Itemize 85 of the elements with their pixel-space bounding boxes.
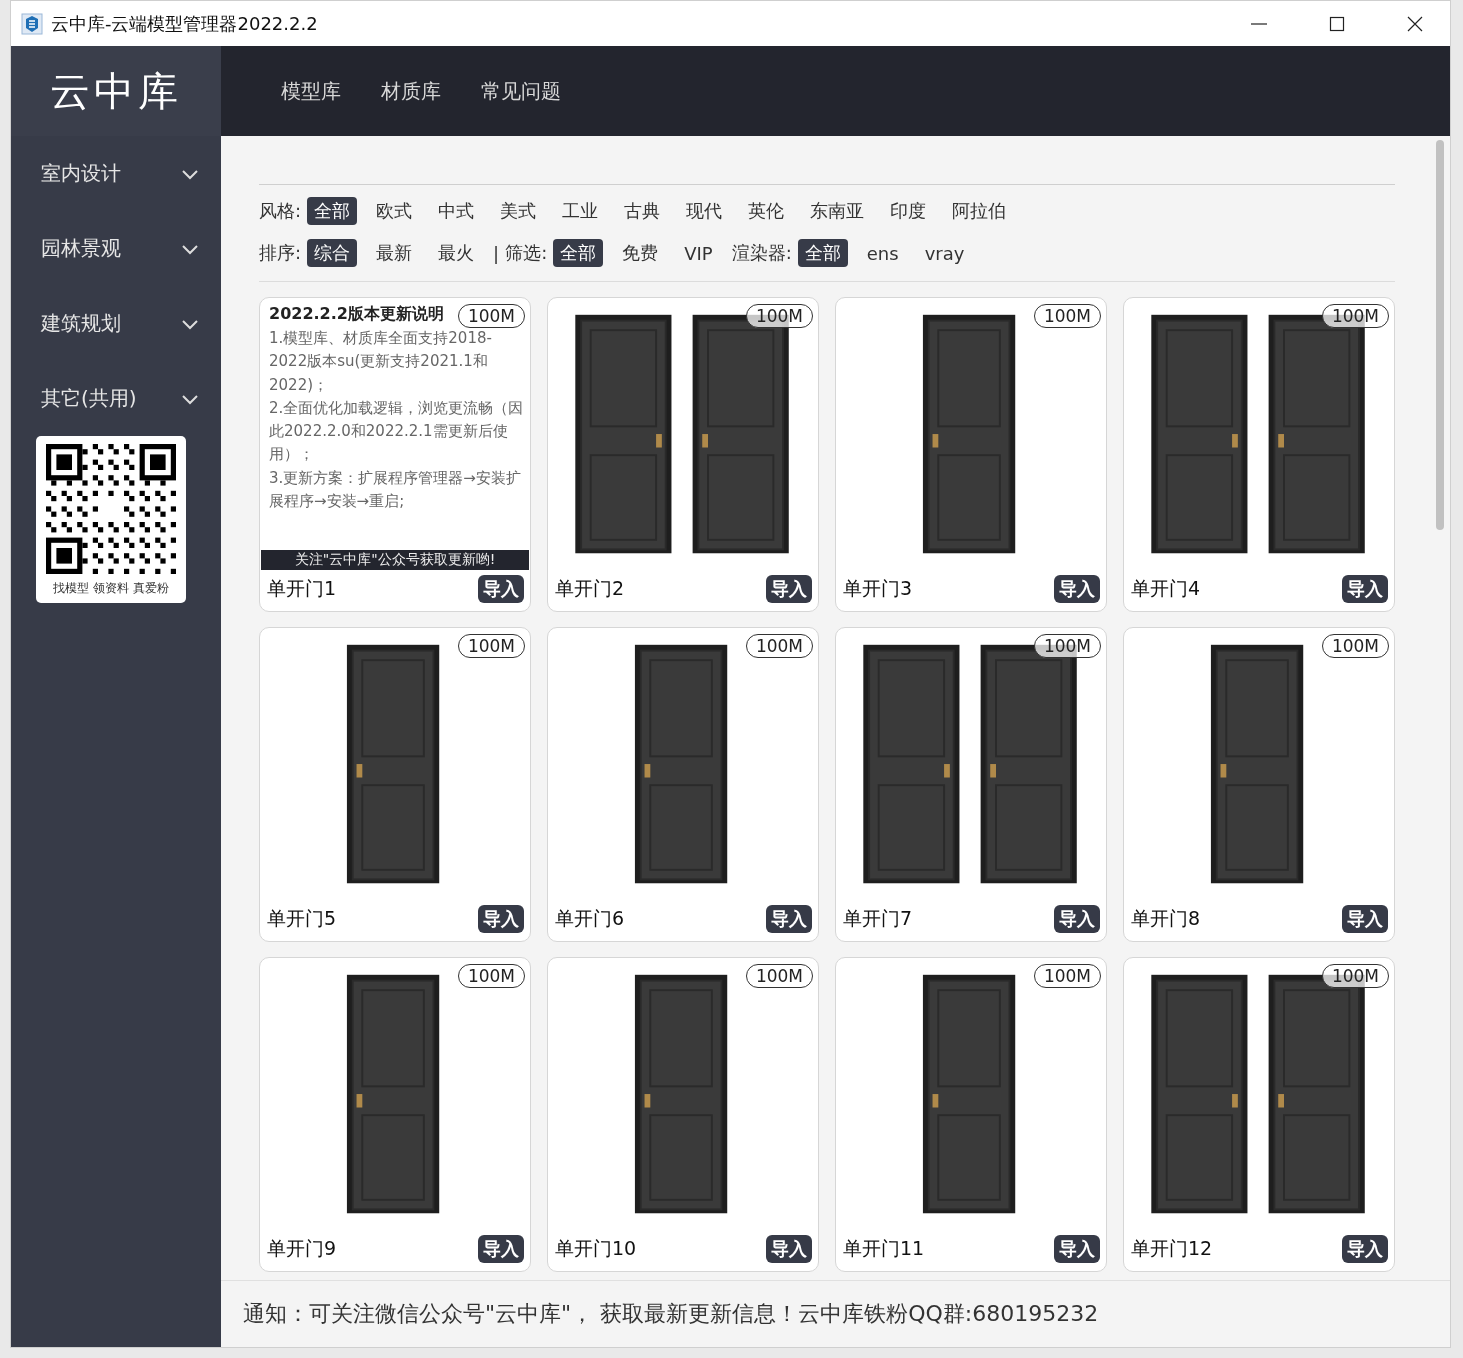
size-badge: 100M bbox=[457, 964, 525, 988]
notice-text: 3.更新方案：扩展程序管理器→安装扩展程序→安装→重启; bbox=[269, 467, 522, 512]
window-title: 云中库-云端模型管理器2022.2.2 bbox=[51, 11, 319, 36]
notice-banner: 关注"云中库"公众号获取更新哟! bbox=[261, 550, 529, 570]
nav-tab[interactable]: 模型库 bbox=[261, 69, 361, 113]
filter-option[interactable]: 英伦 bbox=[741, 197, 792, 225]
filter-option[interactable]: 美式 bbox=[493, 197, 544, 225]
separator: | bbox=[493, 242, 500, 264]
maximize-icon bbox=[1329, 15, 1345, 32]
sidebar-item[interactable]: 其它(共用) bbox=[11, 361, 221, 436]
import-button[interactable]: 导入 bbox=[1054, 574, 1100, 603]
close-icon bbox=[1407, 15, 1423, 32]
filter-option[interactable]: 全部 bbox=[553, 239, 604, 267]
filter-option[interactable]: 东南亚 bbox=[803, 197, 872, 225]
filter-option[interactable]: 古典 bbox=[617, 197, 668, 225]
filter-label: 风格: bbox=[259, 199, 302, 223]
size-badge: 100M bbox=[1321, 304, 1389, 328]
filter-option[interactable]: 最火 bbox=[431, 239, 482, 267]
size-badge: 100M bbox=[1033, 634, 1101, 658]
size-badge: 100M bbox=[1033, 304, 1101, 328]
filter-option[interactable]: vray bbox=[917, 240, 972, 266]
filter-option[interactable]: 全部 bbox=[797, 239, 848, 267]
import-button[interactable]: 导入 bbox=[478, 1234, 524, 1263]
model-name: 单开门7 bbox=[843, 905, 913, 931]
model-name: 单开门5 bbox=[267, 905, 337, 931]
size-badge: 100M bbox=[1033, 964, 1101, 988]
filter-option[interactable]: 欧式 bbox=[369, 197, 420, 225]
model-name: 单开门8 bbox=[1131, 905, 1201, 931]
import-button[interactable]: 导入 bbox=[766, 1234, 812, 1263]
import-button[interactable]: 导入 bbox=[1342, 1234, 1388, 1263]
model-name: 单开门9 bbox=[267, 1235, 337, 1261]
nav-tab[interactable]: 常见问题 bbox=[461, 69, 581, 113]
status-notice: 通知：可关注微信公众号"云中库"， 获取最新更新信息！云中库铁粉QQ群:680195232 bbox=[221, 1280, 1450, 1347]
filter-option[interactable]: 印度 bbox=[883, 197, 934, 225]
import-button[interactable]: 导入 bbox=[766, 574, 812, 603]
notice-text: 1.模型库、材质库全面支持2018-2022版本su(更新支持2021.1和2022)； bbox=[269, 328, 493, 396]
filter-option[interactable]: 阿拉伯 bbox=[945, 197, 1014, 225]
nav-tab[interactable]: 材质库 bbox=[361, 69, 461, 113]
import-button[interactable]: 导入 bbox=[478, 574, 524, 603]
model-name: 单开门11 bbox=[843, 1235, 925, 1261]
filter-option[interactable]: 工业 bbox=[555, 197, 606, 225]
filter-label: 筛选: bbox=[505, 241, 548, 265]
notice-text: 2.全面优化加载逻辑，浏览更流畅（因此2022.2.0和2022.2.1需更新后使用）； bbox=[269, 397, 525, 466]
size-badge: 100M bbox=[745, 634, 813, 658]
model-name: 单开门2 bbox=[555, 575, 625, 601]
sidebar-item[interactable]: 室内设计 bbox=[11, 136, 221, 211]
import-button[interactable]: 导入 bbox=[478, 904, 524, 933]
notice-title: 2022.2.2版本更新说明 bbox=[269, 304, 444, 325]
model-name: 单开门12 bbox=[1131, 1235, 1213, 1261]
chevron-icon bbox=[181, 167, 199, 180]
filter-label: 排序: bbox=[259, 241, 302, 265]
filter-option[interactable]: 现代 bbox=[679, 197, 730, 225]
size-badge: 100M bbox=[1321, 964, 1389, 988]
sidebar-item[interactable]: 园林景观 bbox=[11, 211, 221, 286]
sidebar-item[interactable]: 建筑规划 bbox=[11, 286, 221, 361]
model-name: 单开门10 bbox=[555, 1235, 637, 1261]
filter-option[interactable]: 最新 bbox=[369, 239, 420, 267]
size-badge: 100M bbox=[745, 304, 813, 328]
import-button[interactable]: 导入 bbox=[1342, 904, 1388, 933]
import-button[interactable]: 导入 bbox=[1342, 574, 1388, 603]
model-name: 单开门1 bbox=[267, 575, 337, 601]
chevron-icon bbox=[181, 242, 199, 255]
filter-option[interactable]: 综合 bbox=[307, 239, 358, 267]
app-icon bbox=[21, 12, 43, 35]
filter-option[interactable]: VIP bbox=[677, 240, 720, 266]
qr-caption: 找模型 领资料 真爱粉 bbox=[53, 580, 169, 597]
import-button[interactable]: 导入 bbox=[766, 904, 812, 933]
chevron-icon bbox=[181, 392, 199, 405]
chevron-icon bbox=[181, 317, 199, 330]
model-name: 单开门6 bbox=[555, 905, 625, 931]
import-button[interactable]: 导入 bbox=[1054, 904, 1100, 933]
filter-option[interactable]: ens bbox=[859, 240, 906, 266]
filter-label: 渲染器: bbox=[731, 241, 792, 265]
filter-option[interactable]: 中式 bbox=[431, 197, 482, 225]
model-name: 单开门4 bbox=[1131, 575, 1201, 601]
size-badge: 100M bbox=[457, 634, 525, 658]
minimize-icon bbox=[1251, 22, 1267, 25]
import-button[interactable]: 导入 bbox=[1054, 1234, 1100, 1263]
size-badge: 100M bbox=[1321, 634, 1389, 658]
size-badge: 100M bbox=[457, 304, 525, 328]
size-badge: 100M bbox=[745, 964, 813, 988]
filter-option[interactable]: 免费 bbox=[615, 239, 666, 267]
filter-option[interactable]: 全部 bbox=[307, 197, 358, 225]
scrollbar-thumb[interactable] bbox=[1436, 140, 1444, 530]
model-name: 单开门3 bbox=[843, 575, 913, 601]
